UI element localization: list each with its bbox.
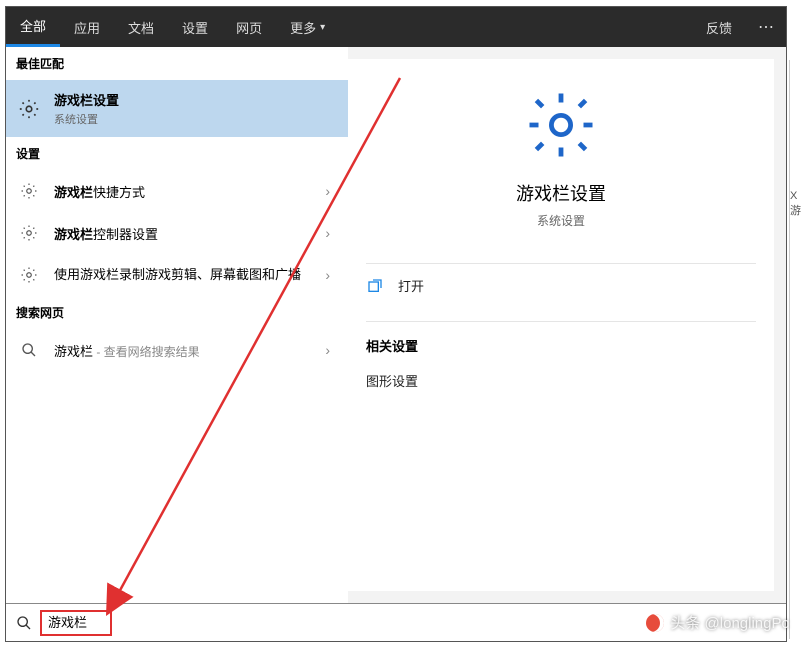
settings-section-header: 设置 [6,137,348,170]
tab-more[interactable]: 更多 ▾ [276,7,339,47]
web-section-header: 搜索网页 [6,296,348,329]
gear-icon [18,264,40,286]
tab-settings[interactable]: 设置 [168,7,222,47]
search-icon [14,613,34,633]
settings-item-label: 游戏栏控制器设置 [54,224,319,243]
tab-apps[interactable]: 应用 [60,7,114,47]
open-label: 打开 [398,276,424,295]
web-item-label: 游戏栏 - 查看网络搜索结果 [54,341,319,360]
settings-item-controller[interactable]: 游戏栏控制器设置 › [6,212,348,254]
topbar: 全部 应用 文档 设置 网页 更多 ▾ 反馈 ⋯ [6,7,786,47]
detail-hero: 游戏栏设置 系统设置 [348,59,774,249]
search-input[interactable] [48,614,104,629]
search-icon [18,339,40,361]
gear-icon [18,222,40,244]
open-action[interactable]: 打开 [348,264,774,307]
chevron-right-icon: › [319,225,336,241]
feedback-button[interactable]: 反馈 [692,18,746,37]
best-match-subtitle: 系统设置 [54,111,336,127]
tab-documents[interactable]: 文档 [114,7,168,47]
related-header: 相关设置 [348,322,774,363]
detail-subtitle: 系统设置 [348,212,774,229]
settings-item-label: 使用游戏栏录制游戏剪辑、屏幕截图和广播 [54,266,319,284]
settings-item-shortcut[interactable]: 游戏栏快捷方式 › [6,170,348,212]
side-fragment: X游 [789,60,803,639]
web-search-item[interactable]: 游戏栏 - 查看网络搜索结果 › [6,329,348,371]
tab-web[interactable]: 网页 [222,7,276,47]
chevron-right-icon: › [319,342,336,358]
search-bar [6,603,786,641]
best-match-title: 游戏栏设置 [54,90,336,109]
detail-title: 游戏栏设置 [348,180,774,206]
gear-icon [18,98,40,120]
options-button[interactable]: ⋯ [746,17,786,37]
chevron-right-icon: › [319,267,336,283]
best-match-header: 最佳匹配 [6,47,348,80]
gear-icon [525,89,597,161]
content-area: 最佳匹配 游戏栏设置 系统设置 设置 游戏栏快捷方式 › [6,47,786,603]
chevron-right-icon: › [319,183,336,199]
search-input-highlight [40,610,112,636]
results-list: 最佳匹配 游戏栏设置 系统设置 设置 游戏栏快捷方式 › [6,47,348,603]
tab-all[interactable]: 全部 [6,7,60,47]
tab-more-label: 更多 [290,18,316,37]
gear-icon [18,180,40,202]
settings-item-record[interactable]: 使用游戏栏录制游戏剪辑、屏幕截图和广播 › [6,254,348,296]
related-item-graphics[interactable]: 图形设置 [348,363,774,398]
best-match-item[interactable]: 游戏栏设置 系统设置 [6,80,348,137]
ellipsis-icon: ⋯ [758,17,774,37]
open-icon [366,277,384,295]
search-window: 全部 应用 文档 设置 网页 更多 ▾ 反馈 ⋯ 最佳匹配 游戏栏设置 [5,6,787,642]
detail-pane: 游戏栏设置 系统设置 打开 相关设置 图形设置 [348,59,774,591]
caret-down-icon: ▾ [320,22,325,33]
settings-item-label: 游戏栏快捷方式 [54,182,319,201]
